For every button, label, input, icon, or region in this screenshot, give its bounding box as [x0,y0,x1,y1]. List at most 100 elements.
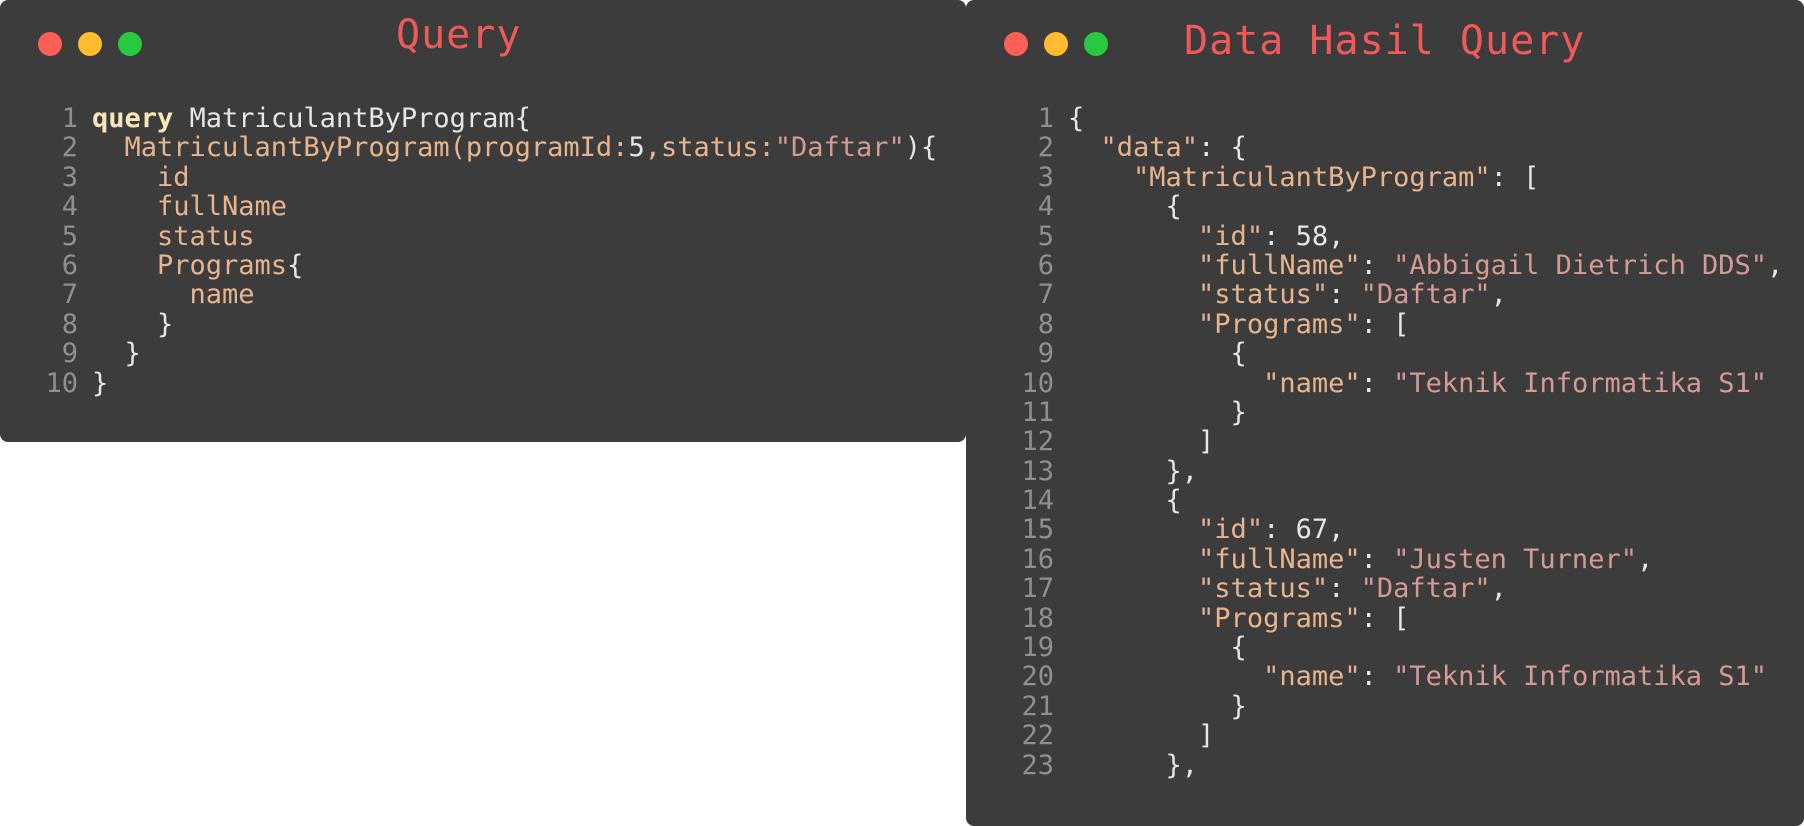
code-line: 4 fullName [30,192,937,222]
line-number: 18 [1021,602,1054,634]
line-number: 10 [1021,367,1054,399]
line-text: "Programs": [ [1068,310,1409,339]
line-number: 15 [1021,514,1054,546]
code-token: MatriculantByProgram(programId: [92,132,629,164]
code-line: 3 "MatriculantByProgram": [ [1000,161,1783,193]
code-token: "id" [1198,514,1264,546]
code-token: } [1068,690,1247,722]
code-line: 2 "data": { [1000,132,1783,164]
code-token: "fullName" [1198,249,1361,281]
line-text: { [1068,104,1084,133]
line-text: } [92,310,173,339]
query-code-editor[interactable]: 1 query MatriculantByProgram{2 Matriculan… [30,104,937,398]
code-token: : [ [1490,161,1540,193]
line-number: 16 [1021,543,1054,575]
code-line: 5 "id": 58, [1000,220,1783,252]
line-text: id [92,163,190,192]
code-line: 17 "status": "Daftar", [1000,574,1783,604]
code-line: 20 "name": "Teknik Informatika S1" [1000,661,1783,693]
code-token: "Teknik Informatika S1" [1393,661,1768,693]
minimize-button[interactable] [1044,32,1068,56]
code-token: , [1636,543,1654,575]
code-line: 5 status [30,221,937,251]
code-line: 16 "fullName": "Justen Turner", [1000,543,1783,575]
line-text: { [1068,192,1182,221]
code-line: 14 { [1000,486,1783,516]
close-button[interactable] [38,32,62,56]
code-line: 15 "id": 67, [1000,514,1783,546]
code-token: { [1068,338,1247,370]
line-number: 3 [1037,161,1054,193]
code-token: : { [1198,132,1247,164]
code-token: "data" [1100,132,1199,164]
line-number: 2 [1037,132,1054,164]
code-token: "MatriculantByProgram" [1133,161,1491,193]
code-line: 6 "fullName": "Abbigail Dietrich DDS", [1000,249,1784,281]
code-token: "Justen Turner" [1393,543,1637,575]
line-text: fullName [92,192,287,221]
code-token: "fullName" [1198,543,1361,575]
line-text: } [92,339,141,368]
line-text: status [92,221,255,251]
code-token: ] [1068,720,1215,752]
code-line: 23 }, [1000,750,1783,780]
line-number: 3 [61,161,78,193]
line-text: Programs{ [92,251,303,280]
code-token: "status" [1198,573,1329,605]
line-text: "data": { [1068,133,1247,162]
line-number: 5 [1037,220,1054,252]
code-token: "Programs" [1198,308,1361,340]
line-number: 9 [1037,338,1054,370]
code-token: : [1360,249,1394,281]
line-number: 7 [61,279,78,311]
code-line: 22 ] [1000,720,1783,752]
code-token: }, [1068,455,1199,487]
code-token: ){ [904,132,938,164]
maximize-button[interactable] [1084,32,1108,56]
line-text: }, [1068,455,1199,487]
code-token: , [1490,573,1507,605]
code-token: "Daftar" [774,132,905,164]
window-title: Data Hasil Query [1184,18,1586,64]
code-token: } [92,367,109,399]
code-line: 7 "status": "Daftar", [1000,279,1783,310]
result-code-view[interactable]: 1{2 "data": {3 "MatriculantByProgram": [… [1000,104,1783,780]
line-text: MatriculantByProgram(programId:5,status:… [92,132,938,164]
code-line: 19 { [1000,633,1783,663]
code-token: { [287,249,304,281]
code-line: 13 }, [1000,455,1783,487]
code-token: 5 [628,132,645,164]
code-token: : [ [1360,308,1410,340]
maximize-button[interactable] [118,32,142,56]
line-number: 6 [1037,249,1054,281]
code-line: 10 "name": "Teknik Informatika S1" [1000,367,1783,399]
code-token: : [1360,543,1394,575]
code-token: : [1360,367,1394,399]
code-line: 12 ] [1000,426,1783,458]
line-text: "MatriculantByProgram": [ [1068,163,1539,192]
line-text: } [1068,692,1247,721]
code-line: 7 name [30,279,937,311]
line-text: { [1068,486,1182,515]
line-number: 11 [1021,396,1054,428]
close-button[interactable] [1004,32,1028,56]
line-number: 4 [1037,191,1054,223]
code-line: 6 Programs{ [30,251,937,281]
line-text: "status": "Daftar", [1068,574,1507,603]
line-number: 12 [1021,426,1054,458]
code-token: name [92,279,255,311]
code-token: ,status: [644,132,775,164]
code-token: : [1328,573,1361,605]
code-token: { [1068,103,1085,134]
window-title: Query [396,12,522,58]
code-token: { [1068,485,1182,517]
code-line: 2 MatriculantByProgram(programId:5,statu… [30,132,938,164]
minimize-button[interactable] [78,32,102,56]
